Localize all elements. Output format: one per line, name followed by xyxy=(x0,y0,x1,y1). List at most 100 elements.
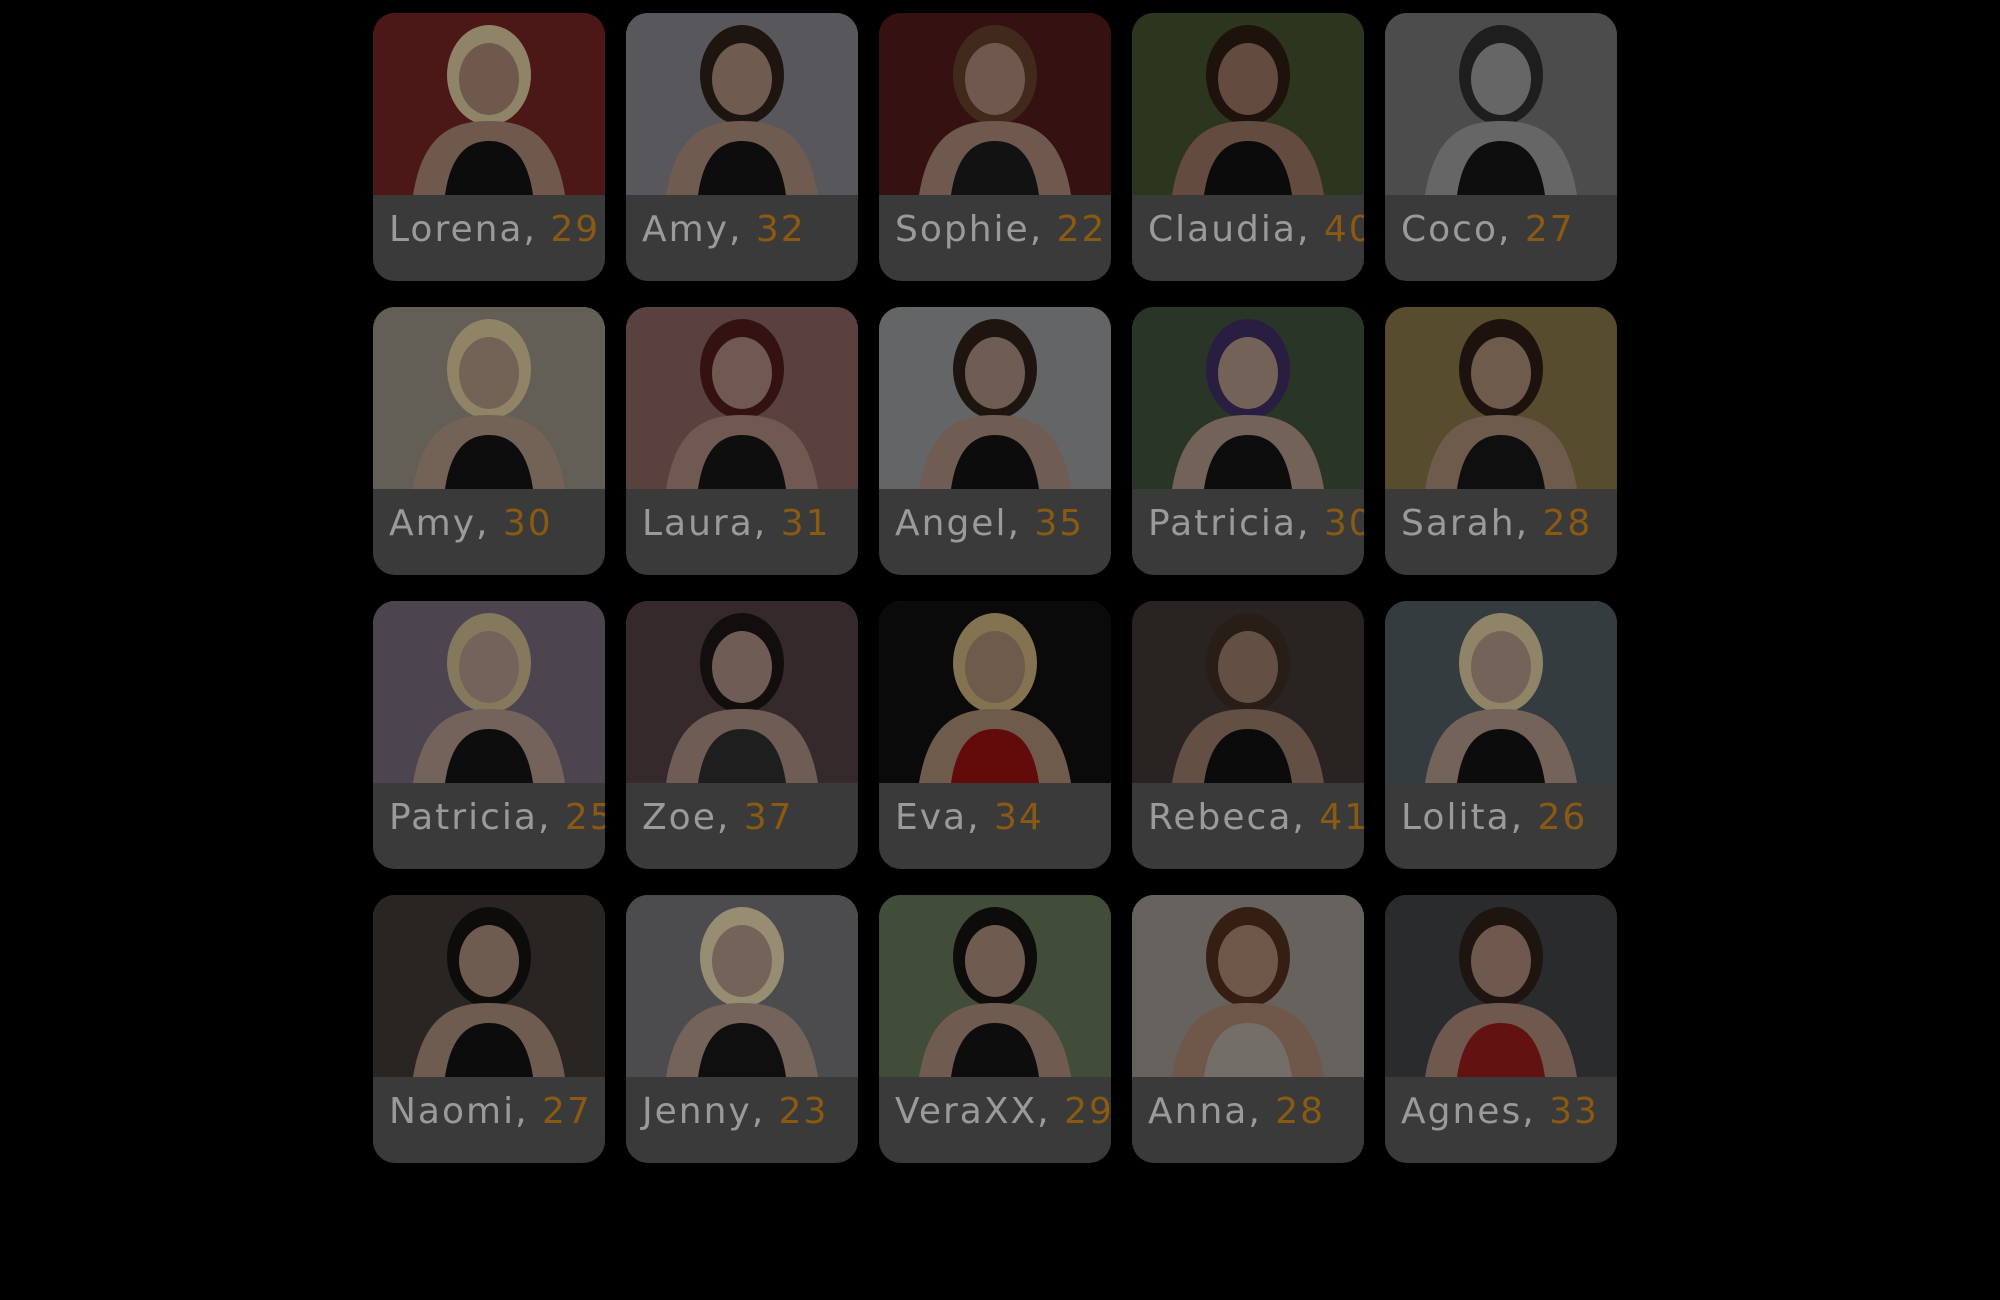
profile-card[interactable]: Jenny, 23 xyxy=(626,895,858,1163)
profile-card[interactable]: Rebeca, 41 xyxy=(1132,601,1364,869)
profile-photo[interactable] xyxy=(879,601,1111,783)
profile-card[interactable]: Zoe, 37 xyxy=(626,601,858,869)
profile-photo[interactable] xyxy=(373,13,605,195)
profile-photo[interactable] xyxy=(1132,601,1364,783)
profile-grid: Lorena, 29 Amy, 32 Sophie, 22 Claudia, 4… xyxy=(373,13,1617,1163)
profile-separator: , xyxy=(967,797,995,838)
profile-card[interactable]: Anna, 28 xyxy=(1132,895,1364,1163)
profile-age: 32 xyxy=(755,209,806,250)
profile-card[interactable]: Patricia, 25 xyxy=(373,601,605,869)
photo-dim-overlay xyxy=(879,601,1111,783)
photo-dim-overlay xyxy=(1385,601,1617,783)
profile-caption[interactable]: Sophie, 22 xyxy=(895,209,1106,250)
profile-card[interactable]: Lolita, 26 xyxy=(1385,601,1617,869)
profile-caption[interactable]: Rebeca, 41 xyxy=(1148,797,1364,838)
profile-caption[interactable]: Jenny, 23 xyxy=(642,1091,828,1132)
profile-caption[interactable]: Lolita, 26 xyxy=(1401,797,1587,838)
profile-caption[interactable]: Claudia, 40 xyxy=(1148,209,1364,250)
profile-caption[interactable]: Patricia, 30 xyxy=(1148,503,1364,544)
profile-card[interactable]: Eva, 34 xyxy=(879,601,1111,869)
profile-age: 23 xyxy=(778,1091,829,1132)
profile-card[interactable]: VeraXX, 29 xyxy=(879,895,1111,1163)
profile-card[interactable]: Agnes, 33 xyxy=(1385,895,1617,1163)
profile-photo[interactable] xyxy=(1385,307,1617,489)
profile-caption[interactable]: VeraXX, 29 xyxy=(895,1091,1111,1132)
profile-photo[interactable] xyxy=(879,307,1111,489)
profile-caption[interactable]: Lorena, 29 xyxy=(389,209,600,250)
profile-name: Claudia xyxy=(1148,209,1297,250)
profile-separator: , xyxy=(1510,797,1538,838)
profile-caption[interactable]: Anna, 28 xyxy=(1148,1091,1325,1132)
photo-dim-overlay xyxy=(626,307,858,489)
profile-caption[interactable]: Laura, 31 xyxy=(642,503,831,544)
profile-photo[interactable] xyxy=(1132,307,1364,489)
photo-dim-overlay xyxy=(879,307,1111,489)
profile-caption[interactable]: Amy, 30 xyxy=(389,503,553,544)
profile-photo[interactable] xyxy=(1385,13,1617,195)
profile-photo[interactable] xyxy=(626,601,858,783)
profile-photo[interactable] xyxy=(879,13,1111,195)
photo-dim-overlay xyxy=(373,13,605,195)
profile-photo[interactable] xyxy=(373,601,605,783)
profile-card[interactable]: Coco, 27 xyxy=(1385,13,1617,281)
profile-age: 41 xyxy=(1319,797,1364,838)
profile-card[interactable]: Claudia, 40 xyxy=(1132,13,1364,281)
profile-age: 25 xyxy=(564,797,605,838)
profile-name: Amy xyxy=(389,503,476,544)
profile-card[interactable]: Angel, 35 xyxy=(879,307,1111,575)
profile-age: 28 xyxy=(1542,503,1593,544)
profile-age: 37 xyxy=(743,797,794,838)
profile-photo[interactable] xyxy=(1132,895,1364,1077)
profile-name: Naomi xyxy=(389,1091,516,1132)
profile-name: Patricia xyxy=(1148,503,1297,544)
profile-card[interactable]: Sarah, 28 xyxy=(1385,307,1617,575)
profile-photo[interactable] xyxy=(1385,895,1617,1077)
profile-card[interactable]: Amy, 30 xyxy=(373,307,605,575)
photo-dim-overlay xyxy=(1385,13,1617,195)
photo-dim-overlay xyxy=(1132,895,1364,1077)
profile-caption[interactable]: Angel, 35 xyxy=(895,503,1084,544)
profile-caption[interactable]: Patricia, 25 xyxy=(389,797,605,838)
profile-photo[interactable] xyxy=(1132,13,1364,195)
profile-card[interactable]: Sophie, 22 xyxy=(879,13,1111,281)
profile-photo[interactable] xyxy=(1385,601,1617,783)
profile-separator: , xyxy=(515,1091,542,1132)
profile-name: Patricia xyxy=(389,797,538,838)
profile-separator: , xyxy=(1029,209,1057,250)
profile-age: 34 xyxy=(994,797,1044,838)
profile-photo[interactable] xyxy=(626,307,858,489)
profile-separator: , xyxy=(729,209,756,250)
photo-dim-overlay xyxy=(626,13,858,195)
profile-separator: , xyxy=(1497,209,1525,250)
profile-name: Zoe xyxy=(642,797,717,838)
profile-photo[interactable] xyxy=(626,13,858,195)
profile-caption[interactable]: Sarah, 28 xyxy=(1401,503,1592,544)
profile-card[interactable]: Lorena, 29 xyxy=(373,13,605,281)
photo-dim-overlay xyxy=(373,895,605,1077)
profile-card[interactable]: Naomi, 27 xyxy=(373,895,605,1163)
profile-caption[interactable]: Naomi, 27 xyxy=(389,1091,592,1132)
profile-caption[interactable]: Coco, 27 xyxy=(1401,209,1575,250)
profile-age: 27 xyxy=(541,1091,592,1132)
profile-age: 26 xyxy=(1537,797,1588,838)
profile-age: 28 xyxy=(1275,1091,1326,1132)
profile-name: VeraXX xyxy=(895,1091,1038,1132)
profile-card[interactable]: Laura, 31 xyxy=(626,307,858,575)
profile-caption[interactable]: Eva, 34 xyxy=(895,797,1044,838)
profile-photo[interactable] xyxy=(373,307,605,489)
profile-name: Sophie xyxy=(895,209,1030,250)
profile-photo[interactable] xyxy=(879,895,1111,1077)
profile-card[interactable]: Amy, 32 xyxy=(626,13,858,281)
profile-caption[interactable]: Amy, 32 xyxy=(642,209,806,250)
profile-photo[interactable] xyxy=(373,895,605,1077)
profile-caption[interactable]: Agnes, 33 xyxy=(1401,1091,1599,1132)
profile-separator: , xyxy=(1296,209,1324,250)
profile-photo[interactable] xyxy=(626,895,858,1077)
profile-caption[interactable]: Zoe, 37 xyxy=(642,797,794,838)
profile-age: 29 xyxy=(1064,1091,1111,1132)
photo-dim-overlay xyxy=(373,307,605,489)
profile-age: 31 xyxy=(780,503,831,544)
profile-name: Amy xyxy=(642,209,729,250)
photo-dim-overlay xyxy=(373,601,605,783)
profile-card[interactable]: Patricia, 30 xyxy=(1132,307,1364,575)
